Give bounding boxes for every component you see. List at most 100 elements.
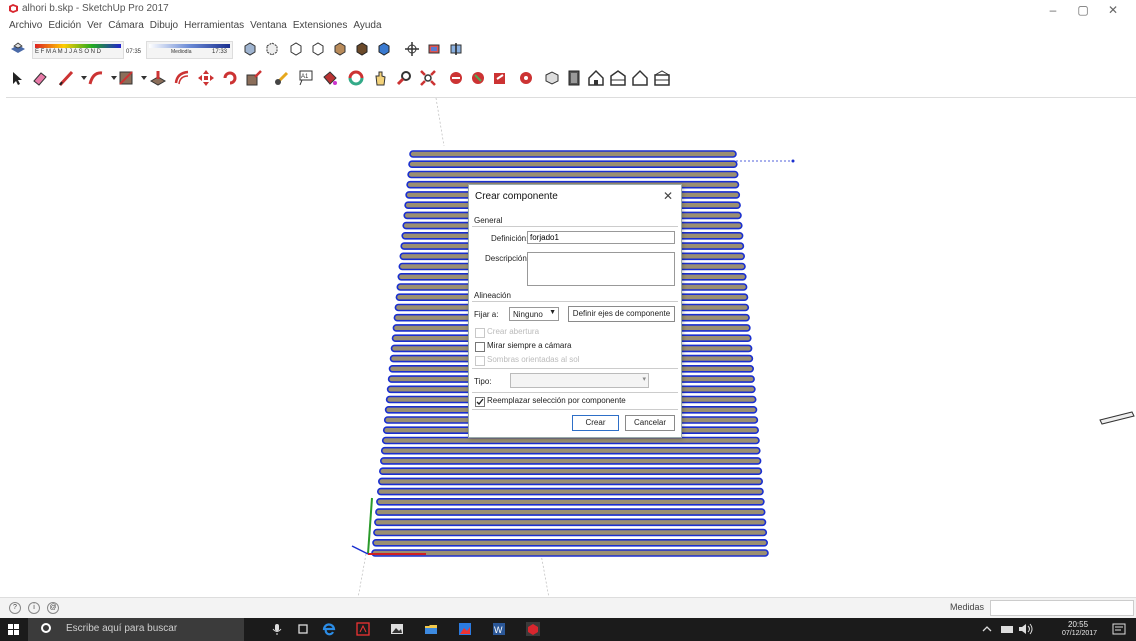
style-back-edges-icon[interactable] xyxy=(262,39,282,59)
floor-slab[interactable] xyxy=(377,477,763,486)
display-section-planes-icon[interactable] xyxy=(424,39,444,59)
taskbar-search[interactable]: Escribe aquí para buscar xyxy=(28,618,244,641)
title-bar: alhori b.skp - SketchUp Pro 2017 – ▢ ✕ xyxy=(0,0,1136,18)
share-model-icon[interactable] xyxy=(490,68,510,88)
shadow-month-slider[interactable]: E F M A M J J A S O N D xyxy=(32,41,124,59)
photos-icon[interactable] xyxy=(390,622,404,636)
line-pencil-icon[interactable] xyxy=(56,68,76,88)
arc-icon[interactable] xyxy=(86,68,106,88)
menu-ayuda[interactable]: Ayuda xyxy=(350,18,384,34)
side-view-icon[interactable] xyxy=(652,68,672,88)
menu-archivo[interactable]: Archivo xyxy=(6,18,45,34)
edge-browser-icon[interactable] xyxy=(322,622,336,636)
style-xray-icon[interactable] xyxy=(240,39,260,59)
move-icon[interactable] xyxy=(196,68,216,88)
style-wireframe-icon[interactable] xyxy=(286,39,306,59)
cancel-button[interactable]: Cancelar xyxy=(625,415,675,431)
face-camera-checkbox[interactable] xyxy=(475,342,485,352)
front-view-icon[interactable] xyxy=(630,68,650,88)
component-icon[interactable] xyxy=(542,68,562,88)
action-center-icon[interactable] xyxy=(1112,622,1126,636)
geolocation-icon[interactable]: ? xyxy=(9,602,21,614)
close-icon[interactable]: ✕ xyxy=(663,189,673,203)
clock-date[interactable]: 07/12/2017 xyxy=(1062,630,1097,637)
clock-time[interactable]: 20:55 xyxy=(1068,620,1088,629)
divider xyxy=(472,301,678,302)
floor-slab[interactable] xyxy=(372,538,769,547)
microphone-icon[interactable] xyxy=(270,622,284,636)
type-select[interactable]: ▾ xyxy=(510,373,649,388)
floor-slab[interactable] xyxy=(409,150,737,158)
display-section-cuts-icon[interactable] xyxy=(446,39,466,59)
windows-start-icon[interactable] xyxy=(8,624,19,635)
share-component-icon[interactable] xyxy=(468,68,488,88)
eraser-icon[interactable] xyxy=(30,68,50,88)
floor-slab[interactable] xyxy=(378,467,763,476)
pan-icon[interactable] xyxy=(370,68,390,88)
tape-measure-icon[interactable] xyxy=(272,68,292,88)
zoom-extents-icon[interactable] xyxy=(418,68,438,88)
style-textures-icon[interactable] xyxy=(352,39,372,59)
floor-slab[interactable] xyxy=(376,497,765,506)
style-hidden-line-icon[interactable] xyxy=(308,39,328,59)
definition-input[interactable] xyxy=(527,231,675,244)
style-shaded-icon[interactable] xyxy=(330,39,350,59)
door-icon[interactable] xyxy=(564,68,584,88)
sketchup-taskbar-icon[interactable] xyxy=(526,622,540,636)
volume-icon[interactable] xyxy=(1018,623,1034,635)
minimize-button[interactable]: – xyxy=(1040,2,1066,18)
text-icon[interactable]: A1 xyxy=(296,68,316,88)
shadow-midday-label: Mediodía xyxy=(171,49,192,55)
floor-slab[interactable] xyxy=(407,170,739,179)
network-icon[interactable] xyxy=(1000,624,1014,634)
menu-extensiones[interactable]: Extensiones xyxy=(290,18,350,34)
extension-warehouse-icon[interactable] xyxy=(516,68,536,88)
task-view-icon[interactable] xyxy=(296,622,310,636)
user-icon[interactable]: @ xyxy=(47,602,59,614)
floor-slab[interactable] xyxy=(376,487,764,496)
house-icon[interactable] xyxy=(586,68,606,88)
show-hidden-icons-icon[interactable] xyxy=(982,625,992,633)
create-button[interactable]: Crear xyxy=(572,415,619,431)
credits-icon[interactable]: i xyxy=(28,602,40,614)
orbit-icon[interactable] xyxy=(346,68,366,88)
3d-warehouse-icon[interactable] xyxy=(446,68,466,88)
floor-slab[interactable] xyxy=(379,457,762,465)
shadows-toggle-icon[interactable] xyxy=(8,39,28,59)
menu-ventana[interactable]: Ventana xyxy=(247,18,290,34)
floor-slab[interactable] xyxy=(381,436,760,445)
zoom-icon[interactable] xyxy=(394,68,414,88)
scale-icon[interactable] xyxy=(244,68,264,88)
image-app-icon[interactable] xyxy=(458,622,472,636)
style-monochrome-icon[interactable] xyxy=(374,39,394,59)
select-arrow-icon[interactable] xyxy=(6,68,26,88)
section-plane-icon[interactable] xyxy=(402,39,422,59)
maximize-button[interactable]: ▢ xyxy=(1070,2,1096,18)
set-component-axes-button[interactable]: Definir ejes de componente xyxy=(568,306,675,322)
menu-camara[interactable]: Cámara xyxy=(105,18,147,34)
measures-input[interactable] xyxy=(990,600,1134,616)
push-pull-icon[interactable] xyxy=(148,68,168,88)
rotate-icon[interactable] xyxy=(220,68,240,88)
menu-herramientas[interactable]: Herramientas xyxy=(181,18,247,34)
pdf-reader-icon[interactable] xyxy=(356,622,370,636)
file-explorer-icon[interactable] xyxy=(424,622,438,636)
floor-slab[interactable] xyxy=(408,160,738,169)
floor-slab[interactable] xyxy=(371,549,769,557)
floor-slab[interactable] xyxy=(375,508,766,516)
floor-slab[interactable] xyxy=(374,518,767,527)
replace-selection-checkbox[interactable] xyxy=(475,397,485,407)
top-view-icon[interactable] xyxy=(608,68,628,88)
menu-ver[interactable]: Ver xyxy=(84,18,105,34)
description-textarea[interactable] xyxy=(527,252,675,286)
menu-dibujo[interactable]: Dibujo xyxy=(147,18,181,34)
offset-icon[interactable] xyxy=(172,68,192,88)
floor-slab[interactable] xyxy=(373,528,768,537)
close-window-button[interactable]: ✕ xyxy=(1100,2,1126,18)
glue-to-select[interactable]: Ninguno ▼ xyxy=(509,307,559,321)
rectangle-icon[interactable] xyxy=(116,68,136,88)
floor-slab[interactable] xyxy=(380,446,761,455)
menu-edicion[interactable]: Edición xyxy=(45,18,84,34)
word-icon[interactable]: W xyxy=(492,622,506,636)
paint-bucket-icon[interactable] xyxy=(320,68,340,88)
